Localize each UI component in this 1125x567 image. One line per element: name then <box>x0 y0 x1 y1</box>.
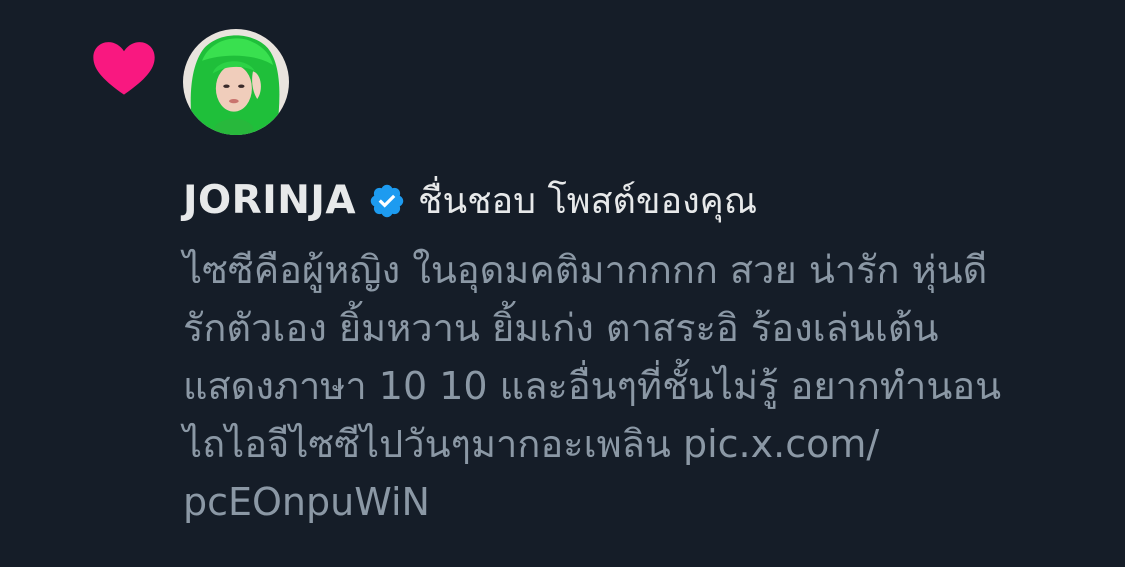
tweet-line: pcEOnpuWiN <box>183 480 430 524</box>
notification-header: JORINJA ชื่นชอบ โพสต์ของคุณ <box>183 172 757 229</box>
tweet-text[interactable]: ไซซีคือผู้หญิง ในอุดมคติมากกกก สวย น่ารั… <box>183 241 1083 531</box>
verified-badge-icon <box>368 182 406 220</box>
like-notification[interactable]: JORINJA ชื่นชอบ โพสต์ของคุณ ไซซีคือผู้หญ… <box>0 0 1125 567</box>
notification-action-text: ชื่นชอบ โพสต์ของคุณ <box>418 181 758 222</box>
tweet-line: แสดงภาษา 10 10 และอื่นๆที่ชั้นไม่รู้ อยา… <box>183 364 1002 408</box>
tweet-line: รักตัวเอง ยิ้มหวาน ยิ้มเก่ง ตาสระอิ ร้อง… <box>183 306 939 350</box>
user-name[interactable]: JORINJA <box>183 178 356 223</box>
tweet-line: ไซซีคือผู้หญิง ในอุดมคติมากกกก สวย น่ารั… <box>183 248 988 292</box>
heart-icon <box>92 40 156 96</box>
tweet-line: ไถไอจีไซซีไปวันๆมากอะเพลิน pic.x.com/ <box>183 422 880 466</box>
avatar[interactable] <box>183 29 289 135</box>
